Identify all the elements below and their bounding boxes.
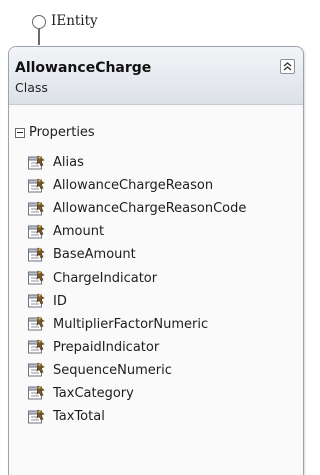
property-item[interactable]: Amount bbox=[27, 220, 246, 243]
property-item[interactable]: TaxTotal bbox=[27, 405, 246, 428]
property-icon bbox=[28, 155, 45, 170]
property-icon bbox=[28, 293, 45, 308]
class-header[interactable]: AllowanceCharge Class bbox=[9, 47, 303, 105]
class-body: Properties Alias AllowanceChargeReason A… bbox=[9, 106, 303, 475]
property-item[interactable]: MultiplierFactorNumeric bbox=[27, 313, 246, 336]
property-item[interactable]: ChargeIndicator bbox=[27, 266, 246, 289]
class-shape[interactable]: AllowanceCharge Class Properties Alias A… bbox=[8, 46, 304, 475]
property-icon bbox=[28, 224, 45, 239]
property-name: Amount bbox=[53, 224, 105, 240]
property-name: TaxTotal bbox=[53, 409, 105, 425]
property-icon bbox=[28, 247, 45, 262]
property-icon bbox=[28, 270, 45, 285]
property-name: BaseAmount bbox=[53, 247, 136, 263]
property-name: TaxCategory bbox=[53, 385, 134, 401]
property-name: AllowanceChargeReason bbox=[53, 178, 214, 194]
property-name: ID bbox=[53, 293, 67, 309]
interface-connector-line bbox=[38, 29, 40, 45]
property-item[interactable]: SequenceNumeric bbox=[27, 359, 246, 382]
property-icon bbox=[28, 409, 45, 424]
chevron-up-double-icon bbox=[283, 62, 292, 71]
property-name: ChargeIndicator bbox=[53, 270, 158, 286]
compartment-header-properties[interactable]: Properties bbox=[15, 125, 95, 140]
property-name: PrepaidIndicator bbox=[53, 339, 160, 355]
property-icon bbox=[28, 201, 45, 216]
property-name: Alias bbox=[53, 155, 84, 171]
property-icon bbox=[28, 178, 45, 193]
interface-lollipop: IEntity bbox=[24, 5, 144, 45]
property-name: SequenceNumeric bbox=[53, 362, 172, 378]
collapse-button[interactable] bbox=[280, 59, 295, 74]
property-list: Alias AllowanceChargeReason AllowanceCha… bbox=[27, 151, 246, 428]
collapse-minus-icon[interactable] bbox=[15, 127, 25, 138]
interface-lollipop-icon bbox=[32, 15, 46, 29]
class-name[interactable]: AllowanceCharge bbox=[15, 60, 151, 76]
interface-name[interactable]: IEntity bbox=[51, 13, 98, 29]
compartment-label: Properties bbox=[29, 125, 95, 140]
property-item[interactable]: ID bbox=[27, 290, 246, 313]
property-name: AllowanceChargeReasonCode bbox=[53, 201, 247, 217]
property-item[interactable]: Alias bbox=[27, 151, 246, 174]
property-item[interactable]: AllowanceChargeReasonCode bbox=[27, 197, 246, 220]
property-name: MultiplierFactorNumeric bbox=[53, 316, 209, 332]
property-item[interactable]: TaxCategory bbox=[27, 382, 246, 405]
property-icon bbox=[28, 385, 45, 400]
property-item[interactable]: PrepaidIndicator bbox=[27, 336, 246, 359]
property-icon bbox=[28, 316, 45, 331]
property-item[interactable]: AllowanceChargeReason bbox=[27, 174, 246, 197]
property-icon bbox=[28, 339, 45, 354]
class-kind: Class bbox=[15, 80, 48, 95]
property-icon bbox=[28, 362, 45, 377]
property-item[interactable]: BaseAmount bbox=[27, 243, 246, 266]
